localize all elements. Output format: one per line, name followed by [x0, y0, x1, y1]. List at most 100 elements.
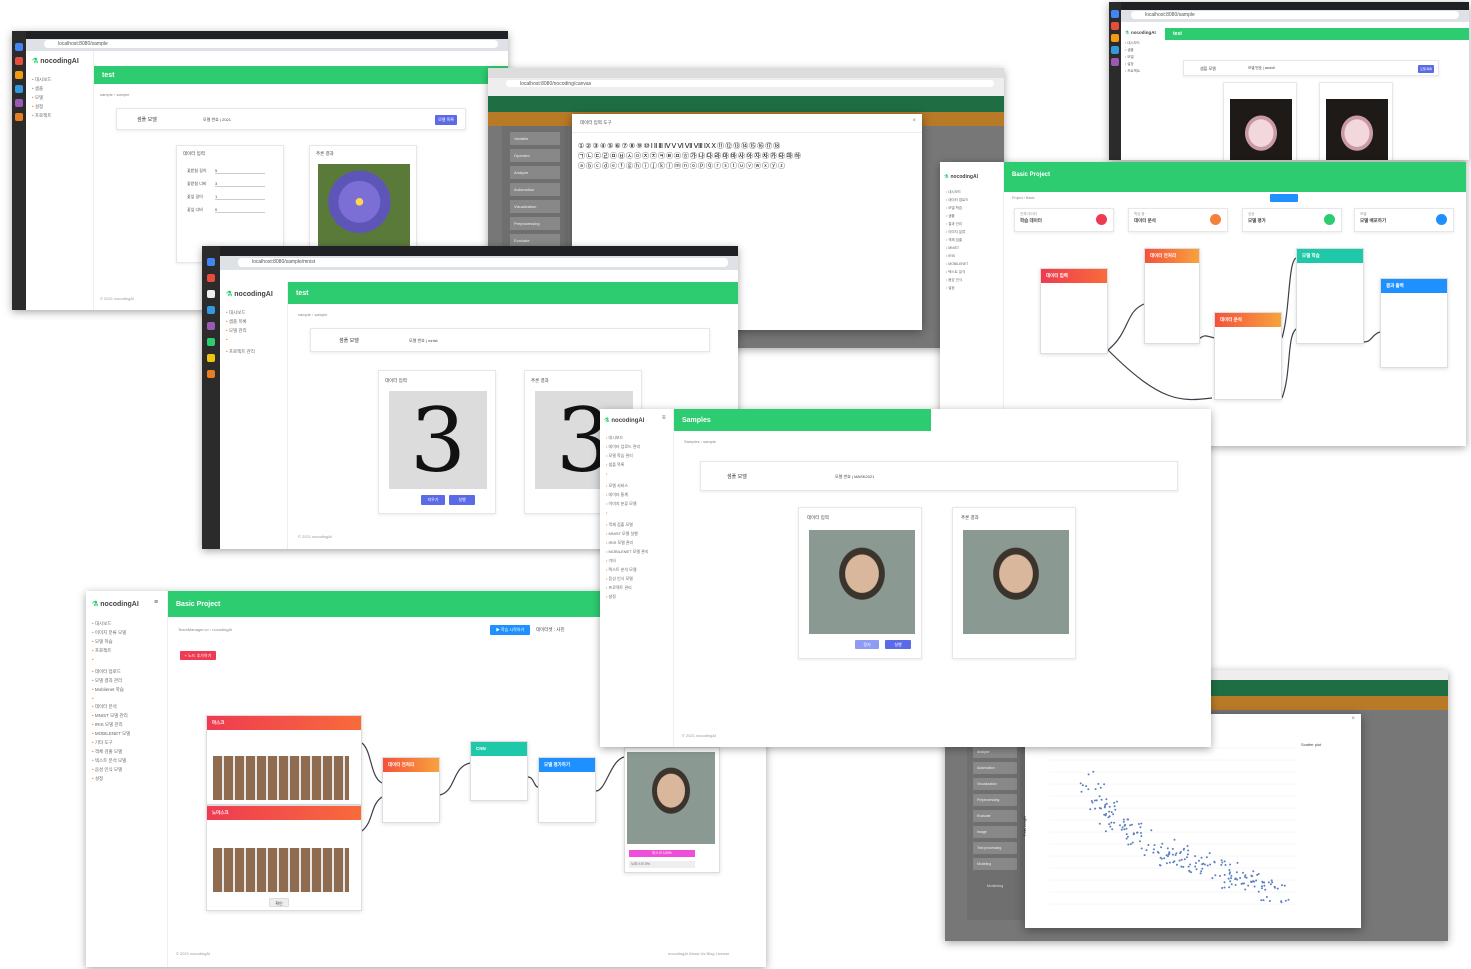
scatter-point	[1140, 832, 1142, 834]
flow-node-train[interactable]: 모델 학습	[1296, 248, 1364, 344]
screenshot-flow-project: ⚗nocodingAI 대시보드데이터 업로드모델 학습샘플결과 관리이미지 분…	[940, 162, 1466, 446]
page-title: test	[296, 289, 309, 297]
field-input[interactable]: 1	[215, 194, 265, 200]
address-bar[interactable]: localhost:8080/nocoding/canvas	[506, 80, 994, 87]
tool-item[interactable]: Visualization	[510, 200, 560, 213]
flow-node-cnn[interactable]: CNN	[470, 741, 528, 801]
scatter-point	[1218, 875, 1221, 877]
digit-canvas[interactable]: 3	[389, 389, 487, 492]
model-list-button[interactable]: 모델 목록	[435, 115, 457, 125]
flow-node-result[interactable]: 마스크 100% 노마스크 0%	[624, 747, 720, 873]
scatter-point	[1137, 823, 1140, 825]
page-header: test	[288, 282, 738, 304]
scatter-point	[1167, 853, 1170, 856]
tool-item[interactable]: Automation	[510, 183, 560, 196]
address-bar[interactable]: localhost:8080/sample	[1131, 11, 1459, 19]
field-input[interactable]: 0	[215, 207, 265, 213]
sidebar-nav[interactable]: 대시보드데이터 업로드 관리모델 학습 관리샘플 목록모델 서비스데이터 통계이…	[606, 433, 669, 601]
tool-item[interactable]: Variable	[510, 132, 560, 145]
model-list-button[interactable]: 모델 목록	[1418, 65, 1434, 73]
glyph-row[interactable]: ㉠㉡㉢㉣㉤㉥㉦㉧㉨㉩㉪㉫㉬㉭㉮㉯㉰㉱㉲㉳㉴㉵㉶㉷㉸㉹㉺㉻	[578, 151, 916, 161]
tool-sidebar: Analyze Automation Visualization Preproc…	[967, 740, 1023, 920]
glyph-row[interactable]: ①②③④⑤⑥⑦⑧⑨⑩ⅠⅡⅢⅣⅤⅥⅦⅧⅨⅩ⑪⑫⑬⑭⑮⑯⑰⑱	[578, 141, 916, 151]
node-title: CNN	[471, 742, 527, 756]
flow-node-preprocess[interactable]: 데이터 전처리	[382, 757, 440, 823]
flow-node-input[interactable]: 데이터 입력	[1040, 268, 1108, 354]
field-input[interactable]: 3	[215, 181, 265, 187]
tool-item[interactable]: Analyze	[510, 166, 560, 179]
scatter-point	[1139, 840, 1141, 843]
scatter-point	[1263, 884, 1266, 887]
flow-node-evaluate[interactable]: 모델 평가하기	[538, 757, 596, 823]
breadcrumb[interactable]: sample › sample	[100, 92, 129, 97]
node-title: 모델 학습	[1297, 249, 1363, 263]
scatter-point	[1255, 879, 1258, 882]
scatter-point	[1239, 877, 1242, 879]
tool-item[interactable]: Text processing	[973, 842, 1017, 854]
tool-item[interactable]: Automation	[973, 762, 1017, 774]
close-icon[interactable]: ×	[912, 118, 916, 124]
scatter-point	[1121, 826, 1124, 829]
model-card: 샘플 모델 모델 번호 | mnist	[310, 328, 710, 352]
page-title: Samples	[682, 416, 711, 424]
scatter-point	[1085, 785, 1088, 788]
flow-node-nomask[interactable]: 노마스크 확인	[206, 805, 362, 911]
scatter-point	[1165, 854, 1168, 857]
result-card: 추론 결과	[952, 507, 1076, 659]
glyph-row[interactable]: ⓐⓑⓒⓓⓔⓕⓖⓗⓘⓙⓚⓛⓜⓝⓞⓟⓠⓡⓢⓣⓤⓥⓦⓧⓨⓩ	[578, 161, 916, 171]
footer-links[interactable]: nocodingAI About Us Blog License	[668, 951, 729, 956]
run-button[interactable]: 실행	[885, 640, 911, 649]
flow-node-preprocess[interactable]: 데이터 전처리	[1144, 248, 1200, 344]
browser-chrome: localhost:8080/sample/mnist	[220, 246, 738, 270]
scatter-point	[1130, 823, 1133, 826]
field-input[interactable]: 5	[215, 168, 265, 174]
scatter-point	[1080, 790, 1083, 793]
run-button[interactable]: 실행	[449, 495, 475, 505]
tool-item[interactable]: Evaluate	[973, 810, 1017, 822]
scatter-point	[1112, 813, 1115, 816]
tool-item[interactable]: Visualization	[973, 778, 1017, 790]
scatter-grid	[1049, 747, 1297, 905]
address-bar[interactable]: localhost:8080/sample	[44, 40, 498, 48]
glyph-grid[interactable]: ①②③④⑤⑥⑦⑧⑨⑩ⅠⅡⅢⅣⅤⅥⅦⅧⅨⅩ⑪⑫⑬⑭⑮⑯⑰⑱ ㉠㉡㉢㉣㉤㉥㉦㉧㉨㉩㉪…	[572, 133, 922, 179]
scatter-point	[1250, 874, 1253, 877]
scatter-point	[1221, 861, 1224, 864]
sidebar-nav[interactable]: 대시보드샘플모델설정프로젝트	[32, 75, 89, 120]
stop-button[interactable]: 정지	[855, 640, 879, 649]
scatter-point	[1133, 832, 1135, 835]
tool-item[interactable]: Image	[973, 826, 1017, 838]
scatter-point	[1139, 826, 1142, 829]
scatter-point	[1230, 874, 1233, 877]
sidebar-nav[interactable]: 대시보드샘플 목록모델 관리프로젝트 관리	[226, 308, 283, 356]
clear-button[interactable]: 지우기	[421, 495, 445, 505]
tool-item[interactable]: Preprocessing	[510, 217, 560, 230]
scatter-point	[1108, 805, 1111, 808]
brand-logo: ⚗ nocodingAI	[604, 418, 645, 424]
scatter-point	[1270, 879, 1273, 882]
breadcrumb[interactable]: sample › sample	[298, 312, 327, 317]
result-card-title: 추론 결과	[961, 515, 979, 520]
scatter-point	[1113, 801, 1116, 804]
flow-node-output[interactable]: 결과 출력	[1380, 278, 1448, 368]
breadcrumb[interactable]: Samples › sample	[684, 439, 716, 444]
tool-item[interactable]: Modeling	[973, 858, 1017, 870]
scatter-point	[1087, 788, 1090, 791]
scatter-point	[1200, 870, 1203, 873]
screenshot-samples-webcam: ⚗nocodingAI ≡ 대시보드데이터 업로드 관리모델 학습 관리샘플 목…	[600, 409, 1211, 747]
flow-node-analyze[interactable]: 데이터 분석	[1214, 312, 1282, 400]
tool-item[interactable]: Operator	[510, 149, 560, 162]
scatter-point	[1160, 857, 1163, 860]
scatter-point	[1287, 898, 1290, 901]
tool-item[interactable]: Preprocessing	[973, 794, 1017, 806]
scatter-point	[1228, 869, 1231, 871]
monitoring-label[interactable]: Monitoring	[967, 884, 1023, 888]
model-label: 샘플 모델	[137, 117, 157, 123]
flow-node-mask[interactable]: 마스크	[206, 715, 362, 805]
address-bar[interactable]: localhost:8080/sample/mnist	[238, 258, 728, 267]
tool-item[interactable]: Analyze	[973, 746, 1017, 758]
menu-icon[interactable]: ≡	[662, 415, 666, 421]
close-icon[interactable]: ×	[1351, 716, 1355, 722]
scatter-point	[1125, 833, 1128, 836]
scatter-point	[1188, 870, 1191, 873]
confirm-button[interactable]: 확인	[269, 898, 289, 907]
